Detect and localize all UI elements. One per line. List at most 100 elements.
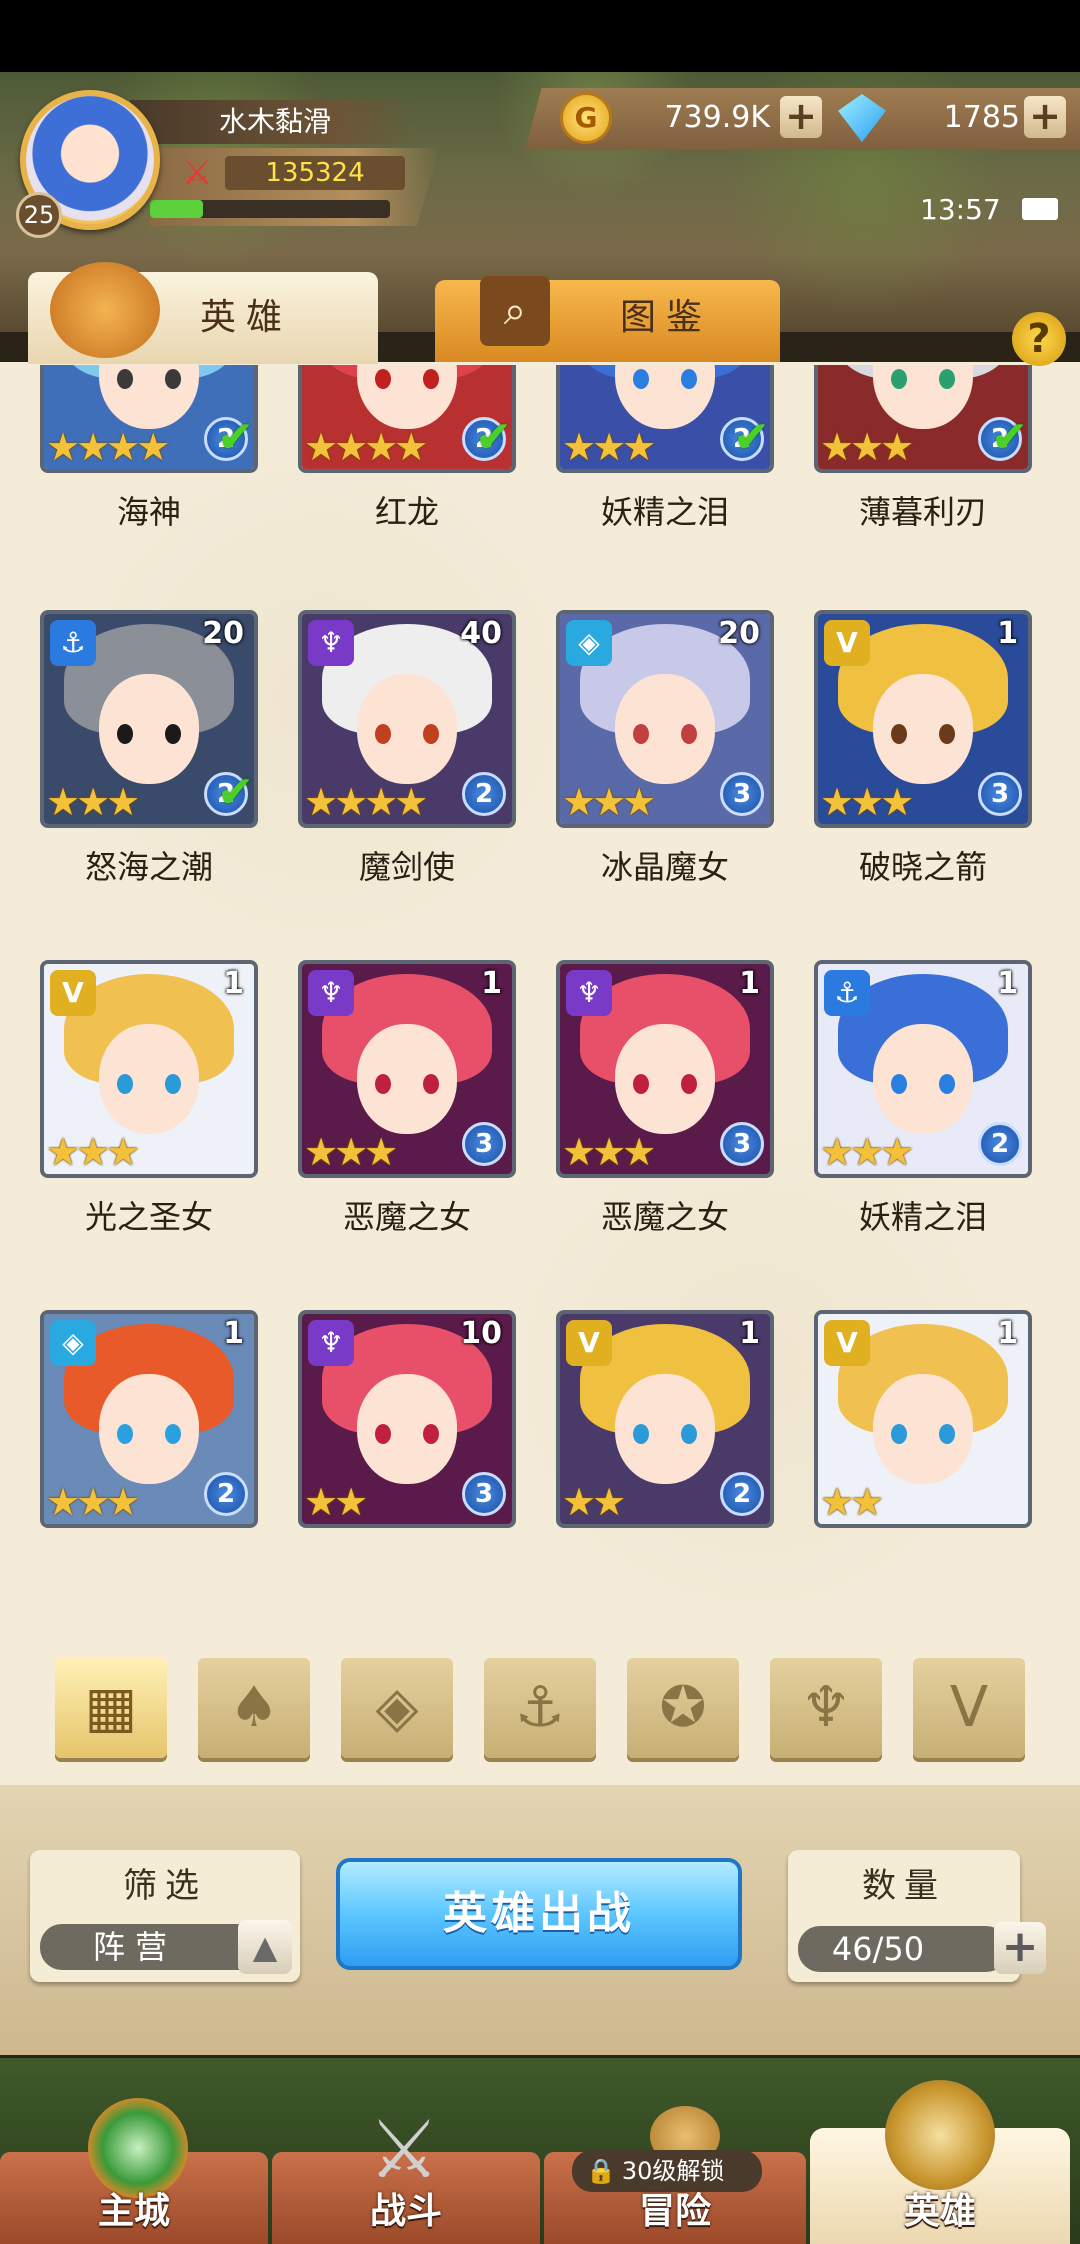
demon-faction-icon[interactable]: ♆ xyxy=(770,1658,882,1758)
hero-card-frame: ★★★★ 2 ✔ xyxy=(298,365,516,473)
hero-stars: ★★★ xyxy=(820,780,914,824)
hero-eye xyxy=(939,724,955,744)
ice-faction-icon[interactable]: ◈ xyxy=(341,1658,453,1758)
hero-eye xyxy=(423,724,439,744)
hero-stars: ★★★ xyxy=(820,425,914,469)
hero-face xyxy=(99,1374,199,1484)
hero-stars: ★★★★ xyxy=(304,425,428,469)
hero-eye xyxy=(891,1424,907,1444)
hero-stars: ★★★★ xyxy=(304,780,428,824)
help-button[interactable]: ? xyxy=(1012,312,1066,366)
hero-card[interactable]: ♆ 40 ★★★★ 2 魔剑使 xyxy=(298,610,516,886)
hero-level: 1 xyxy=(223,1316,244,1351)
xp-bar-fill xyxy=(150,200,203,218)
hero-level: 1 xyxy=(481,966,502,1001)
hero-count-value: 46/50 xyxy=(831,1930,925,1968)
hero-name: 妖精之泪 xyxy=(600,493,729,531)
expand-capacity-button[interactable]: + xyxy=(994,1922,1046,1974)
hero-face xyxy=(873,1024,973,1134)
hero-stars: ★★★ xyxy=(562,425,656,469)
chevron-up-icon[interactable]: ▲ xyxy=(238,1920,292,1974)
hero-face xyxy=(357,674,457,784)
faction-badge-icon: ♆ xyxy=(308,970,354,1016)
hero-stars: ★★ xyxy=(820,1480,884,1524)
hero-card-frame: V 1 ★★ 2 xyxy=(556,1310,774,1528)
hero-eye xyxy=(633,369,649,389)
hero-eye xyxy=(375,1424,391,1444)
faction-badge-icon: ⚓ xyxy=(50,620,96,666)
hero-eye xyxy=(891,369,907,389)
hero-card[interactable]: ⚓ 1 ★★★ 2 妖精之泪 xyxy=(814,960,1032,1236)
all-grid-icon[interactable]: ▦ xyxy=(55,1658,167,1758)
hero-eye xyxy=(939,1074,955,1094)
hero-card-frame: ★★★ 2 ✔ xyxy=(814,365,1032,473)
hero-rank-badge: 2 xyxy=(978,1122,1022,1166)
hero-face xyxy=(357,1374,457,1484)
hero-face xyxy=(99,365,199,429)
hero-card-frame: ♆ 1 ★★★ 3 xyxy=(556,960,774,1178)
hero-eye xyxy=(117,724,133,744)
deployed-check-icon: ✔ xyxy=(475,412,512,463)
hero-eye xyxy=(939,369,955,389)
hero-card[interactable]: V 1 ★★ xyxy=(814,1310,1032,1528)
tab-heroes-label: 英雄 xyxy=(200,297,293,338)
light-faction-icon[interactable]: V xyxy=(913,1658,1025,1758)
nav-label-heroes: 英雄 xyxy=(903,2191,976,2232)
hero-face xyxy=(615,365,715,429)
hero-face xyxy=(615,1374,715,1484)
deployed-check-icon: ✔ xyxy=(733,412,770,463)
hero-rank-badge: 2 xyxy=(462,772,506,816)
add-gold-button[interactable]: + xyxy=(780,96,822,138)
beast-faction-icon[interactable]: ✪ xyxy=(627,1658,739,1758)
forest-faction-icon[interactable]: ♠ xyxy=(198,1658,310,1758)
add-gems-button[interactable]: + xyxy=(1024,96,1066,138)
battery-icon xyxy=(1022,198,1058,220)
hero-card-frame: ◈ 1 ★★★ 2 xyxy=(40,1310,258,1528)
hero-card[interactable]: V 1 ★★★ 光之圣女 xyxy=(40,960,258,1236)
player-name: 水木黏滑 xyxy=(218,105,331,138)
hero-card[interactable]: ◈ 1 ★★★ 2 xyxy=(40,1310,258,1528)
status-bar xyxy=(0,0,1080,72)
hero-eye xyxy=(165,724,181,744)
gold-coin-icon: G xyxy=(560,92,612,144)
hero-card-frame: ♆ 40 ★★★★ 2 xyxy=(298,610,516,828)
hero-card[interactable]: ♆ 1 ★★★ 3 恶魔之女 xyxy=(298,960,516,1236)
faction-badge-icon: ◈ xyxy=(566,620,612,666)
hero-card[interactable]: ♆ 1 ★★★ 3 恶魔之女 xyxy=(556,960,774,1236)
hero-card[interactable]: ★★★★ 2 ✔ 红龙 xyxy=(298,365,516,531)
hero-stars: ★★ xyxy=(562,1480,626,1524)
hero-level: 1 xyxy=(997,1316,1018,1351)
hero-rank-badge: 3 xyxy=(720,772,764,816)
hero-stars: ★★★ xyxy=(820,1130,914,1174)
deploy-heroes-button[interactable]: 英雄出战 xyxy=(336,1858,742,1970)
faction-badge-icon: ♆ xyxy=(308,1320,354,1366)
hero-card[interactable]: ★★★ 2 ✔ 妖精之泪 xyxy=(556,365,774,531)
hero-card[interactable]: ◈ 20 ★★★ 3 冰晶魔女 xyxy=(556,610,774,886)
hero-name: 恶魔之女 xyxy=(342,1198,471,1236)
anchor-faction-icon[interactable]: ⚓ xyxy=(484,1658,596,1758)
player-level-badge: 25 xyxy=(16,192,62,238)
faction-badge-icon: V xyxy=(824,620,870,666)
hero-eye xyxy=(375,1074,391,1094)
hero-card[interactable]: V 1 ★★ 2 xyxy=(556,1310,774,1528)
hero-card[interactable]: V 1 ★★★ 3 破晓之箭 xyxy=(814,610,1032,886)
clock: 13:57 xyxy=(920,193,1001,226)
hero-card[interactable]: ♆ 10 ★★ 3 xyxy=(298,1310,516,1528)
hero-eye xyxy=(681,1424,697,1444)
hero-face xyxy=(873,674,973,784)
hero-card[interactable]: ★★★★ 2 ✔ 海神 xyxy=(40,365,258,531)
hero-eye xyxy=(375,724,391,744)
hero-rank-badge: 3 xyxy=(462,1122,506,1166)
city-icon xyxy=(88,2098,188,2198)
hero-eye xyxy=(633,1074,649,1094)
hero-card-frame: ★★★★ 2 ✔ xyxy=(40,365,258,473)
hero-card[interactable]: ⚓ 20 ★★★ 2 ✔ 怒海之潮 xyxy=(40,610,258,886)
faction-badge-icon: V xyxy=(566,1320,612,1366)
hero-name: 红龙 xyxy=(374,493,439,531)
magnifier-icon: ⌕ xyxy=(480,276,550,346)
hero-card[interactable]: ★★★ 2 ✔ 薄暮利刃 xyxy=(814,365,1032,531)
crossed-swords-icon: ⚔ xyxy=(181,153,213,193)
hero-name: 光之圣女 xyxy=(84,1198,213,1236)
hero-name: 恶魔之女 xyxy=(600,1198,729,1236)
hero-face xyxy=(357,1024,457,1134)
